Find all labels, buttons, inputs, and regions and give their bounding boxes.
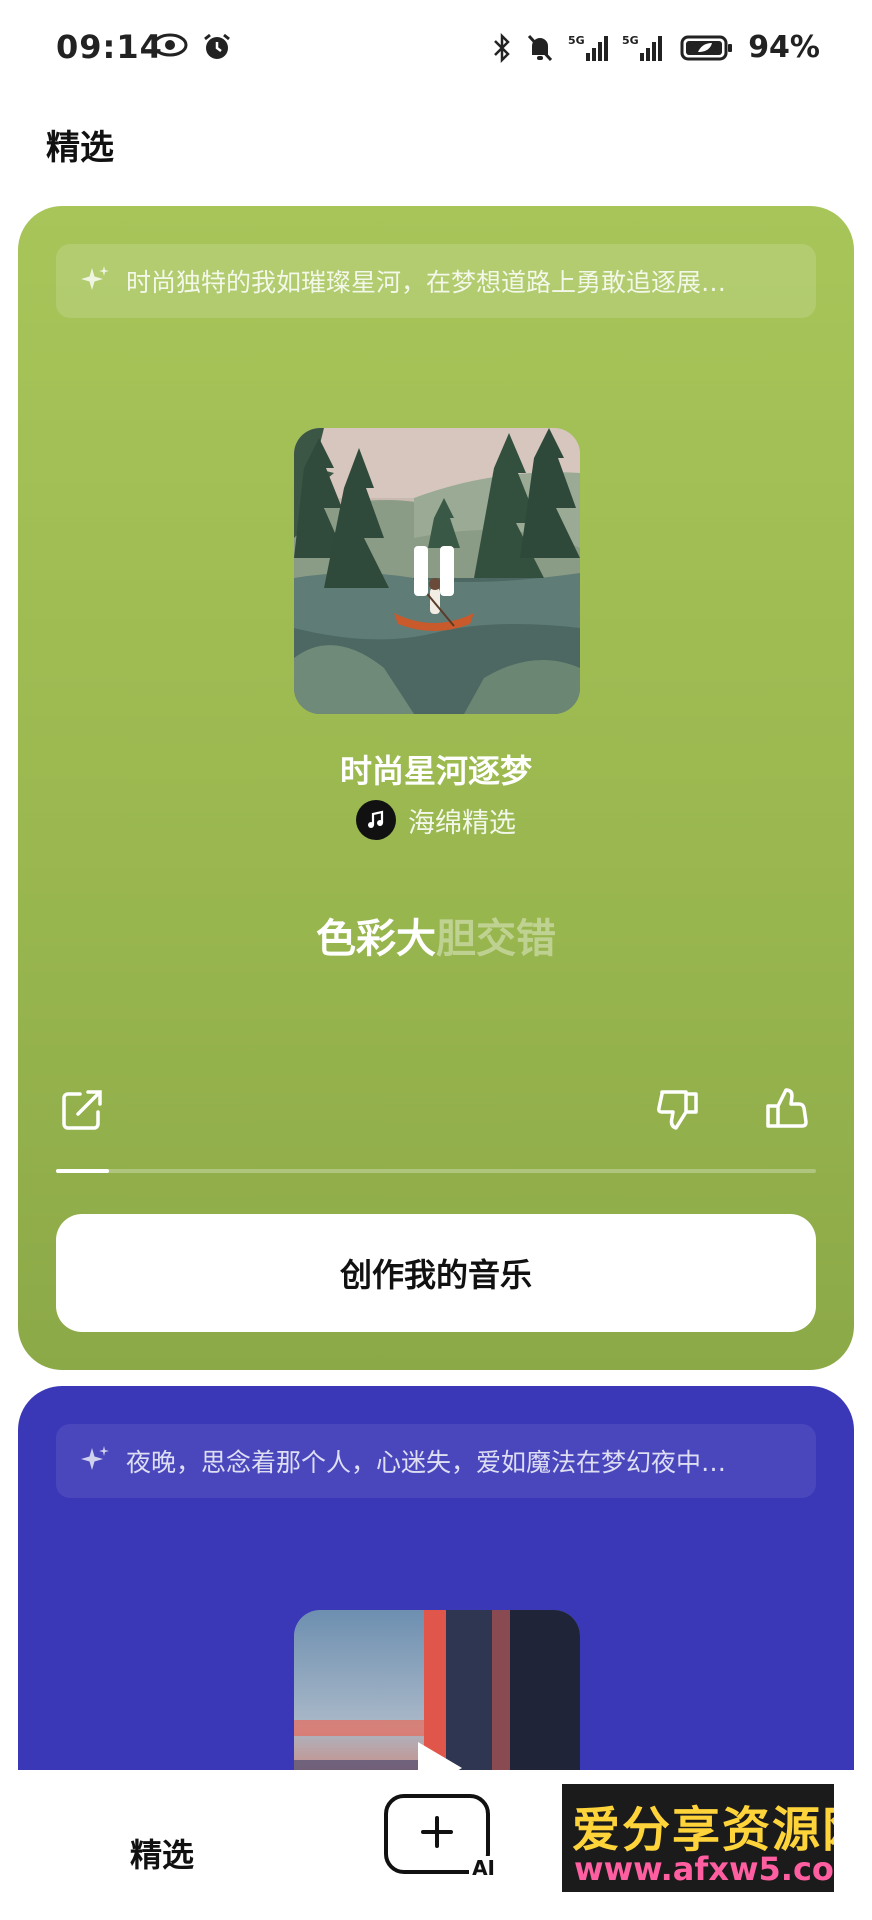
alarm-icon bbox=[202, 32, 232, 62]
status-time: 09:14 bbox=[56, 28, 163, 66]
create-ai-button[interactable]: AI bbox=[384, 1794, 498, 1880]
progress-bar[interactable] bbox=[56, 1169, 816, 1173]
svg-text:5G: 5G bbox=[568, 34, 585, 47]
album-cover[interactable] bbox=[294, 428, 580, 714]
page-title: 精选 bbox=[46, 128, 114, 168]
prompt-text: 时尚独特的我如璀璨星河，在梦想道路上勇敢追逐展… bbox=[126, 268, 727, 297]
signal-5g-icon: 5G bbox=[568, 33, 609, 63]
lyric-unsung: 胆交错 bbox=[436, 916, 556, 962]
lyric-line: 色彩大胆交错 bbox=[18, 906, 854, 964]
svg-text:5G: 5G bbox=[622, 34, 639, 47]
mute-bell-icon bbox=[526, 33, 554, 63]
sparkle-icon bbox=[80, 264, 110, 298]
sparkle-icon bbox=[80, 1444, 110, 1478]
bluetooth-icon bbox=[492, 32, 512, 63]
battery-icon bbox=[680, 33, 734, 63]
status-left-icons bbox=[152, 32, 232, 62]
artist-row[interactable]: 海绵精选 bbox=[18, 800, 854, 840]
nav-featured-tab[interactable]: 精选 bbox=[130, 1830, 194, 1876]
prompt-bar[interactable]: 夜晚，思念着那个人，心迷失，爱如魔法在梦幻夜中… bbox=[56, 1424, 816, 1498]
music-note-icon bbox=[356, 800, 396, 840]
ai-badge: AI bbox=[469, 1856, 498, 1880]
create-music-button[interactable]: 创作我的音乐 bbox=[56, 1214, 816, 1332]
share-icon[interactable] bbox=[60, 1086, 106, 1136]
prompt-bar[interactable]: 时尚独特的我如璀璨星河，在梦想道路上勇敢追逐展… bbox=[56, 244, 816, 318]
signal-5g-icon: 5G bbox=[622, 33, 666, 63]
thumbs-down-icon[interactable] bbox=[654, 1086, 700, 1136]
status-right-icons: 5G 5G 94% bbox=[492, 30, 820, 65]
progress-fill bbox=[56, 1169, 110, 1173]
song-card[interactable]: 时尚独特的我如璀璨星河，在梦想道路上勇敢追逐展… 时尚星河逐梦 海绵精选 色彩大… bbox=[18, 206, 854, 1370]
prompt-text: 夜晚，思念着那个人，心迷失，爱如魔法在梦幻夜中… bbox=[126, 1448, 727, 1477]
watermark-url: www.afxw5.com bbox=[574, 1850, 834, 1888]
lyric-sung: 色彩大 bbox=[316, 916, 436, 962]
plus-icon bbox=[417, 1812, 457, 1856]
bottom-nav: 精选 AI 爱分享资源网 www.afxw5.com bbox=[0, 1770, 872, 1920]
watermark-logo: 爱分享资源网 www.afxw5.com bbox=[562, 1784, 834, 1892]
artist-name: 海绵精选 bbox=[408, 807, 516, 839]
eye-icon bbox=[152, 32, 188, 62]
song-title: 时尚星河逐梦 bbox=[339, 752, 532, 790]
pause-icon[interactable] bbox=[414, 546, 454, 596]
status-bar: 09:14 5G 5G 94% bbox=[0, 0, 872, 100]
thumbs-up-icon[interactable] bbox=[764, 1086, 810, 1136]
battery-percent: 94% bbox=[748, 30, 820, 65]
